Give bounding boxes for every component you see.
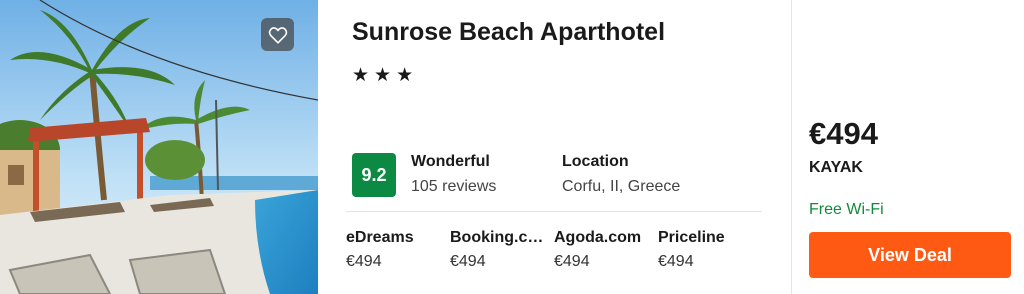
provider-name: Agoda.com <box>554 229 642 246</box>
amenity-free-wifi: Free Wi-Fi <box>809 201 884 218</box>
provider-booking[interactable]: Booking.com €494 <box>450 229 550 271</box>
hotel-name[interactable]: Sunrose Beach Aparthotel <box>352 18 665 47</box>
hotel-photo[interactable] <box>0 0 318 294</box>
provider-price: €494 <box>346 253 382 270</box>
provider-name: eDreams <box>346 229 414 246</box>
hotel-result-card: Sunrose Beach Aparthotel ★★★ 9.2 Wonderf… <box>0 0 1024 294</box>
view-deal-button[interactable]: View Deal <box>809 232 1011 278</box>
best-price: €494 <box>809 116 878 151</box>
provider-name: Priceline <box>658 229 725 246</box>
review-count[interactable]: 105 reviews <box>411 178 496 196</box>
provider-prices: eDreams €494 Booking.com €494 Agoda.com … <box>346 229 762 279</box>
provider-price: €494 <box>554 253 590 270</box>
deal-source: KAYAK <box>809 159 863 176</box>
heart-outline-icon <box>268 26 287 44</box>
provider-price: €494 <box>658 253 694 270</box>
star-rating: ★★★ <box>352 65 419 86</box>
location-label: Location <box>562 153 629 170</box>
rating-label: Wonderful <box>411 153 490 170</box>
provider-price: €494 <box>450 253 486 270</box>
review-score-badge: 9.2 <box>352 153 396 197</box>
column-divider <box>791 0 792 294</box>
divider <box>346 211 762 212</box>
provider-agoda[interactable]: Agoda.com €494 <box>554 229 654 271</box>
location-value: Corfu, II, Greece <box>562 178 681 195</box>
provider-priceline[interactable]: Priceline €494 <box>658 229 758 271</box>
provider-edreams[interactable]: eDreams €494 <box>346 229 446 271</box>
provider-name: Booking.com <box>450 229 546 246</box>
favorite-button[interactable] <box>261 18 294 51</box>
